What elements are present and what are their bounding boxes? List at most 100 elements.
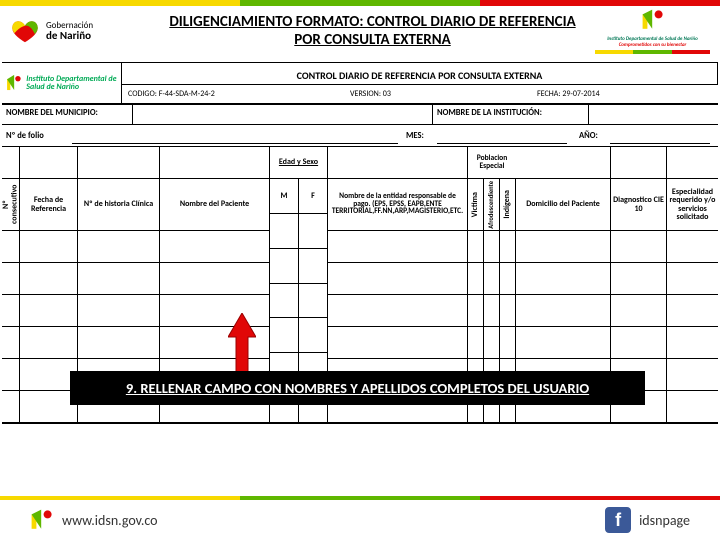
table-cell[interactable] (667, 391, 718, 423)
table-cell[interactable] (516, 231, 610, 263)
gobernacion-text: Gobernación de Nariño (46, 21, 93, 41)
form-meta: CODIGO: F-44-SDA-M-24-2 VERSION: 03 FECH… (122, 85, 718, 103)
footer-fb[interactable]: f idsnpage (605, 507, 690, 533)
col-victima: Victima (471, 190, 479, 219)
table-cell[interactable] (516, 295, 610, 327)
table-cell[interactable] (270, 284, 299, 318)
table-cell[interactable] (160, 231, 269, 263)
codigo-label: CODIGO: F-44-SDA-M-24-2 (122, 85, 344, 103)
gob-label-2: de Nariño (46, 29, 91, 42)
col-entidad: Nombre de la entidad responsable de pago… (328, 179, 467, 231)
table-cell[interactable] (78, 295, 159, 327)
col-indigena: Indígena (503, 188, 511, 221)
facebook-icon: f (605, 507, 631, 533)
col-pob-especial: Poblacion Especial (468, 147, 516, 179)
col-afro: Afrodescendiente (488, 179, 495, 231)
col-diag: Diagnostico CIE 10 (611, 179, 666, 231)
table-cell[interactable] (328, 295, 467, 327)
table-cell[interactable] (299, 284, 327, 318)
table-cell[interactable] (468, 327, 483, 359)
table-cell[interactable] (20, 359, 77, 391)
table-cell[interactable] (611, 231, 666, 263)
table-cell[interactable] (270, 249, 299, 283)
table-cell[interactable] (667, 359, 718, 391)
table-cell[interactable] (484, 231, 499, 263)
table-cell[interactable] (2, 295, 19, 327)
col-historia: Nº de historia Clínica (78, 179, 159, 231)
idsn-icon (30, 508, 54, 532)
footer: www.idsn.gov.co f idsnpage (0, 496, 720, 540)
table-cell[interactable] (611, 295, 666, 327)
col-domicilio: Domicilio del Paciente (516, 179, 610, 231)
table-cell[interactable] (468, 295, 483, 327)
idsn-logo-right: Instituto Departamental de Salud de Nari… (595, 8, 710, 54)
table-cell[interactable] (667, 231, 718, 263)
table-cell[interactable] (667, 327, 718, 359)
table-cell[interactable] (20, 231, 77, 263)
table-cell[interactable] (299, 249, 327, 283)
row-municipio: NOMBRE DEL MUNICIPIO: NOMBRE DE LA INSTI… (2, 104, 718, 124)
form-header: Instituto Departamental de Salud de Nari… (2, 63, 718, 104)
table-cell[interactable] (299, 318, 327, 352)
folio-label: Nº de folio (2, 128, 72, 144)
top-accent-bar (0, 0, 720, 6)
table-cell[interactable] (78, 263, 159, 295)
table-cell[interactable] (484, 295, 499, 327)
institucion-field[interactable] (588, 105, 718, 124)
table-cell[interactable] (500, 295, 515, 327)
col-fecha: Fecha de Referencia (20, 179, 77, 231)
table-cell[interactable] (468, 263, 483, 295)
table-cell[interactable] (2, 391, 19, 423)
table-cell[interactable] (2, 231, 19, 263)
table-cell[interactable] (270, 214, 299, 248)
table-cell[interactable] (500, 327, 515, 359)
table-cell[interactable] (328, 231, 467, 263)
table-cell[interactable] (611, 327, 666, 359)
fecha-label: FECHA: 29-07-2014 (531, 85, 718, 103)
col-consecutivo: Nº consecutivo (2, 180, 19, 229)
anio-label: AÑO: (575, 128, 610, 144)
anio-field[interactable] (610, 130, 710, 144)
col-edad-sexo: Edad y Sexo (270, 147, 327, 179)
folio-field[interactable] (72, 130, 398, 144)
table-cell[interactable] (484, 263, 499, 295)
municipio-label: NOMBRE DEL MUNICIPIO: (2, 105, 132, 124)
table-cell[interactable] (667, 295, 718, 327)
table-cell[interactable] (20, 263, 77, 295)
table-cell[interactable] (2, 327, 19, 359)
mes-field[interactable] (437, 130, 567, 144)
table-cell[interactable] (328, 263, 467, 295)
table-cell[interactable] (20, 327, 77, 359)
col-f: F (299, 179, 327, 213)
table-cell[interactable] (468, 231, 483, 263)
table-cell[interactable] (2, 359, 19, 391)
instruction-callout: 9. RELLENAR CAMPO CON NOMBRES Y APELLIDO… (70, 371, 645, 405)
table-cell[interactable] (299, 214, 327, 248)
institucion-label: NOMBRE DE LA INSTITUCIÓN: (433, 105, 588, 124)
form-container: Instituto Departamental de Salud de Nari… (2, 62, 718, 424)
table-cell[interactable] (667, 263, 718, 295)
municipio-field[interactable] (132, 105, 433, 124)
table-cell[interactable] (2, 263, 19, 295)
footer-url-text: www.idsn.gov.co (62, 512, 158, 529)
col-m: M (270, 179, 299, 213)
col-nombre: Nombre del Paciente (160, 179, 269, 231)
table-cell[interactable] (516, 327, 610, 359)
table-cell[interactable] (78, 231, 159, 263)
table-cell[interactable] (160, 263, 269, 295)
heart-icon (10, 18, 40, 44)
table-cell[interactable] (611, 263, 666, 295)
table-cell[interactable] (516, 263, 610, 295)
table-cell[interactable] (20, 391, 77, 423)
table-cell[interactable] (328, 327, 467, 359)
table-cell[interactable] (270, 318, 299, 352)
table-cell[interactable] (500, 231, 515, 263)
footer-url: www.idsn.gov.co (30, 508, 158, 532)
form-title: CONTROL DIARIO DE REFERENCIA POR CONSULT… (122, 63, 718, 85)
form-logo-text: Instituto Departamental de Salud de Nari… (26, 75, 117, 91)
table-cell[interactable] (20, 295, 77, 327)
table-cell[interactable] (78, 327, 159, 359)
table-cell[interactable] (484, 327, 499, 359)
row-folio: Nº de folio MES: AÑO: (2, 124, 718, 146)
table-cell[interactable] (500, 263, 515, 295)
